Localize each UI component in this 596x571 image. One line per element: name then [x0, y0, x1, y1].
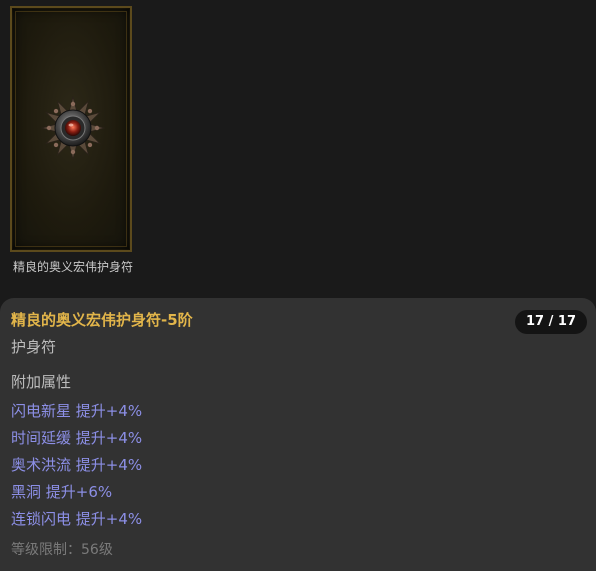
affix-section-label: 附加属性 [11, 373, 72, 391]
item-type: 护身符 [11, 338, 57, 356]
amulet-icon [41, 96, 105, 160]
affix-list: 闪电新星 提升+4% 时间延缓 提升+4% 奥术洪流 提升+4% 黑洞 提升+6… [11, 398, 142, 533]
count-badge: 17 / 17 [515, 310, 587, 334]
item-title: 精良的奥义宏伟护身符-5阶 [11, 311, 193, 329]
affix-item: 时间延缓 提升+4% [11, 429, 143, 447]
affix-item: 黑洞 提升+6% [11, 483, 113, 501]
affix-item: 奥术洪流 提升+4% [11, 456, 143, 474]
level-requirement: 等级限制：56级 [11, 542, 113, 558]
item-card[interactable]: 精良的奥义宏伟护身符 [8, 4, 138, 294]
item-frame[interactable] [10, 6, 132, 252]
affix-item: 连锁闪电 提升+4% [11, 510, 143, 528]
item-tooltip: 精良的奥义宏伟护身符-5阶 17 / 17 护身符 附加属性 闪电新星 提升+4… [0, 298, 596, 571]
page: 精良的奥义宏伟护身符 精良的奥义宏伟护身符-5阶 17 / 17 护身符 附加属… [0, 0, 596, 571]
affix-item: 闪电新星 提升+4% [11, 402, 143, 420]
item-caption: 精良的奥义宏伟护身符 [12, 260, 133, 274]
